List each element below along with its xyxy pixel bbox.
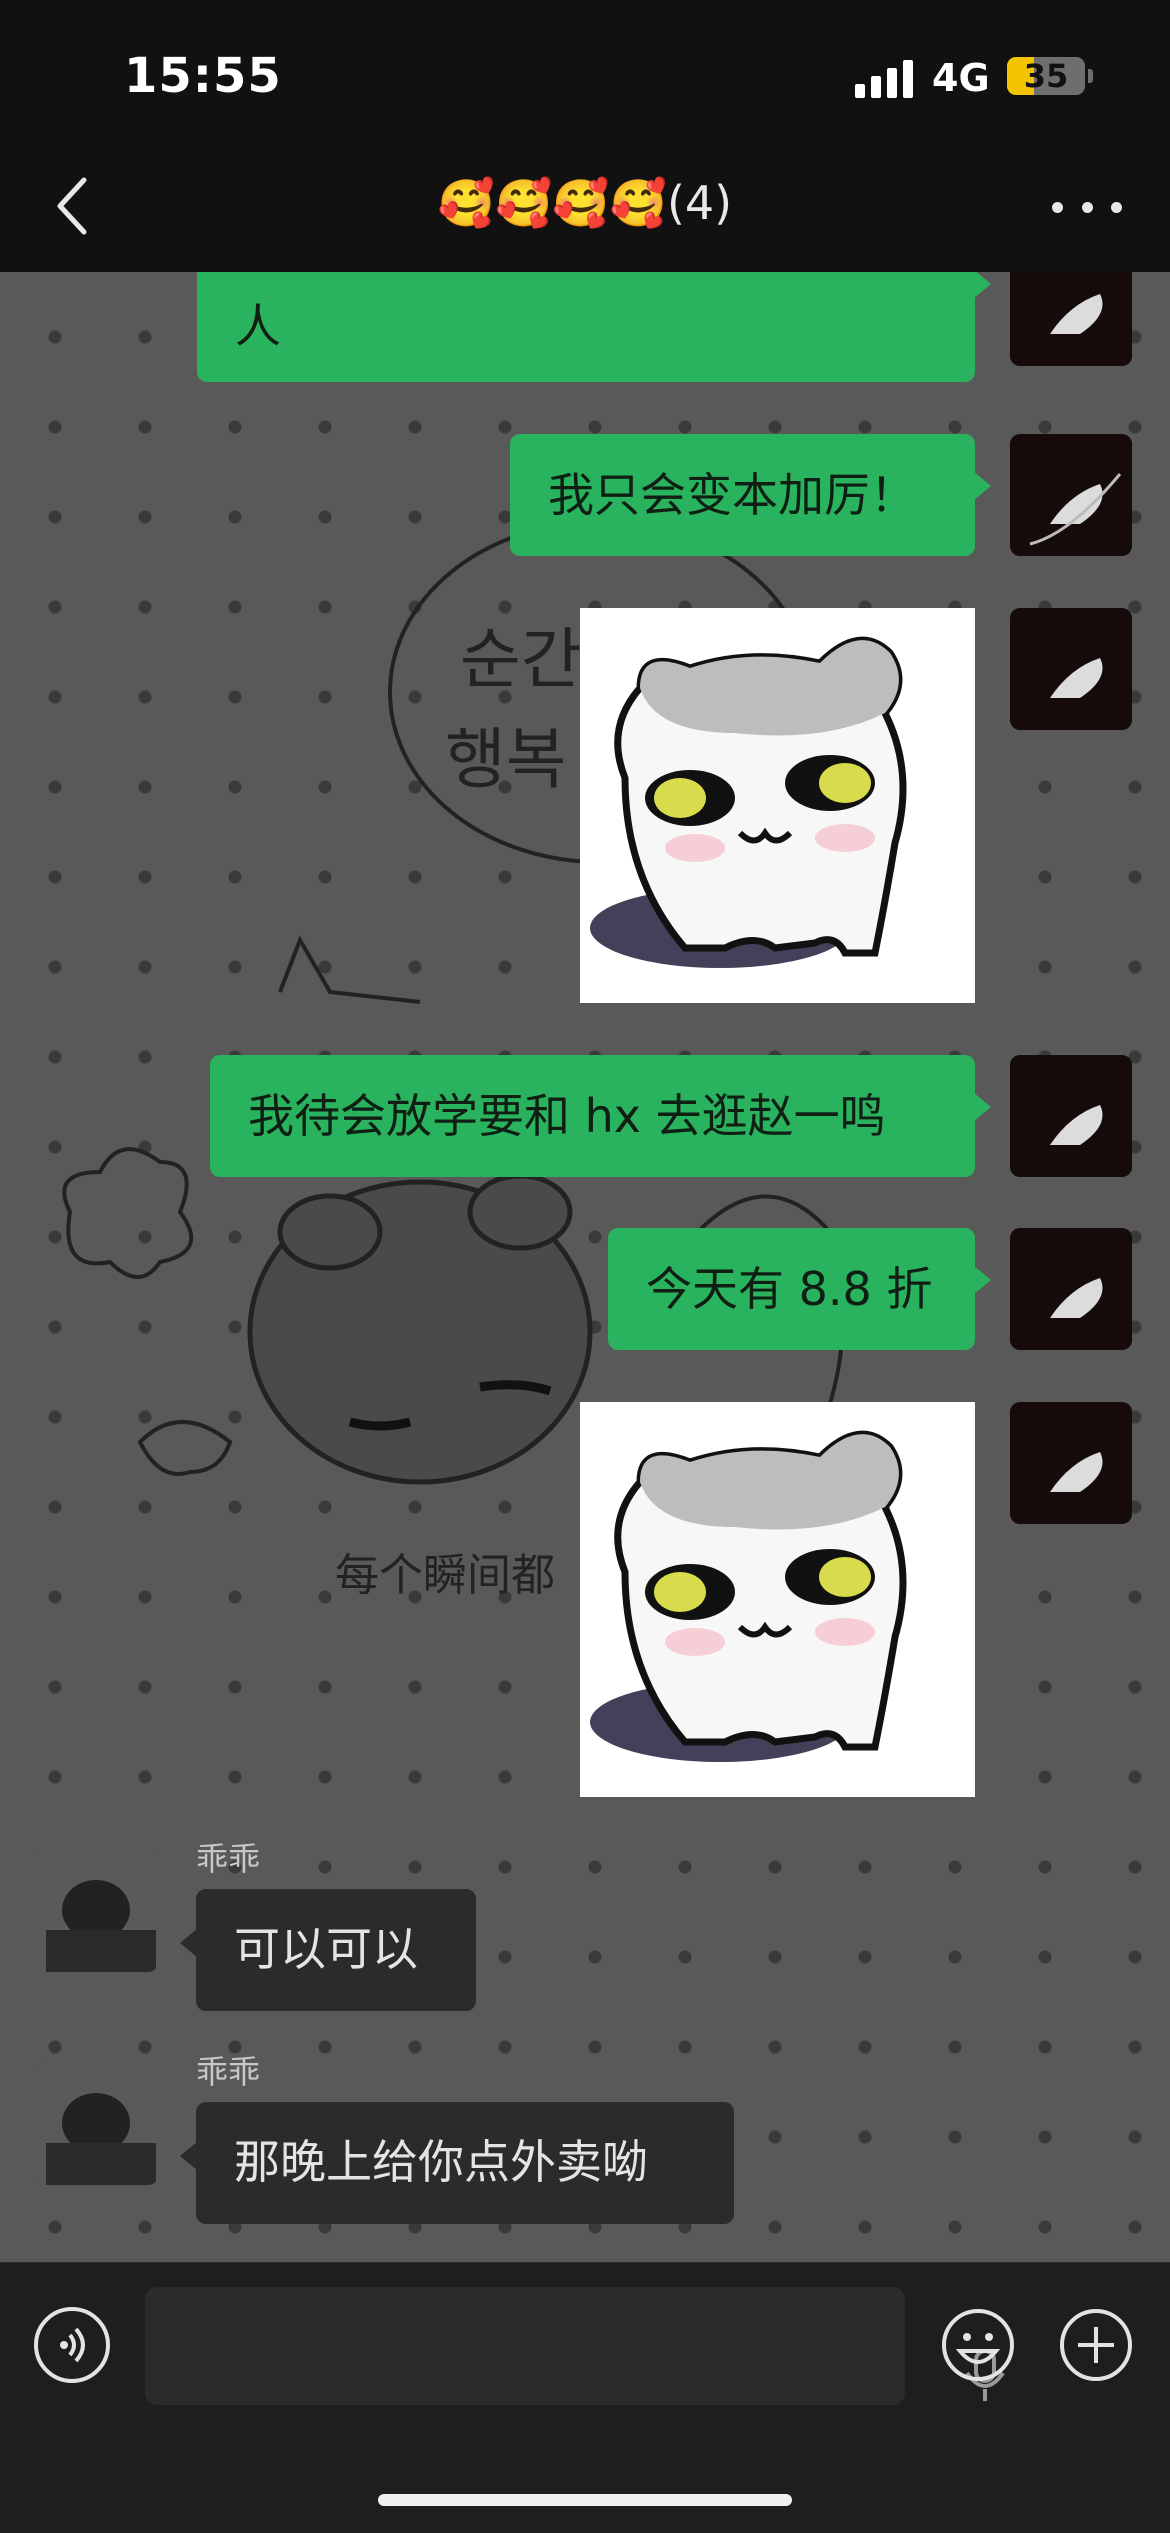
wallpaper-caption: 每个瞬间都 xyxy=(335,1550,555,1601)
status-time: 15:55 xyxy=(124,48,282,104)
message-input[interactable] xyxy=(145,2287,1005,2405)
message-bubble-me[interactable]: 我待会放学要和 hx 去逛赵一鸣 xyxy=(210,1055,991,1177)
avatar-me[interactable] xyxy=(1010,272,1132,366)
voice-icon[interactable] xyxy=(34,2307,110,2383)
plus-circle-icon[interactable] xyxy=(1058,2307,1134,2383)
message-bubble-contact[interactable]: 那晚上给你点外卖呦 xyxy=(180,2102,734,2224)
message-bubble-me[interactable]: 我只会变本加厉！ xyxy=(510,434,991,556)
grumpy-cat-sticker[interactable] xyxy=(580,608,975,1003)
battery-icon: 35 xyxy=(1007,57,1085,95)
sender-name: 乖乖 xyxy=(196,1840,261,1878)
avatar-me[interactable] xyxy=(1010,1402,1132,1524)
message-bubble-me[interactable]: 人 xyxy=(197,272,991,382)
message-text: 那晚上给你点外卖呦 xyxy=(234,2135,648,2189)
message-bubble-contact[interactable]: 可以可以 xyxy=(180,1889,476,2011)
grumpy-cat-sticker[interactable] xyxy=(580,1402,975,1797)
avatar-me[interactable] xyxy=(1010,608,1132,730)
wallpaper-text-1: 순간 xyxy=(460,621,581,698)
ellipsis-icon[interactable] xyxy=(1052,192,1122,222)
message-text: 我只会变本加厉！ xyxy=(548,468,916,522)
chat-area[interactable]: 순간 행복 每个瞬间都 人 我只会变本加厉！ 我待会放学要和 hx 去逛赵一鸣 xyxy=(0,272,1170,2262)
battery-tip xyxy=(1088,69,1093,83)
avatar-contact[interactable] xyxy=(36,2063,158,2185)
home-indicator[interactable] xyxy=(378,2494,792,2506)
top-bar: 15:55 4G 35 🥰🥰🥰🥰(4) xyxy=(0,0,1170,272)
chat-title: 🥰🥰🥰🥰(4) xyxy=(437,176,733,230)
message-text: 可以可以 xyxy=(234,1922,418,1976)
avatar-contact[interactable] xyxy=(36,1850,158,1972)
message-text: 人 xyxy=(235,299,281,353)
avatar-me[interactable] xyxy=(1010,434,1132,556)
battery-level: 35 xyxy=(1023,57,1069,95)
avatar-me[interactable] xyxy=(1010,1228,1132,1350)
smiley-icon[interactable] xyxy=(940,2307,1016,2383)
message-text: 我待会放学要和 hx 去逛赵一鸣 xyxy=(248,1089,886,1143)
network-type: 4G xyxy=(932,56,990,100)
message-bubble-me[interactable]: 今天有 8.8 折 xyxy=(608,1228,991,1350)
signal-icon xyxy=(855,58,915,98)
avatar-me[interactable] xyxy=(1010,1055,1132,1177)
message-text: 今天有 8.8 折 xyxy=(646,1262,933,1316)
input-bar xyxy=(0,2262,1170,2533)
wallpaper-doodle: 순간 행복 每个瞬间都 xyxy=(62,520,845,1601)
sender-name: 乖乖 xyxy=(196,2053,261,2091)
wallpaper-text-2: 행복 xyxy=(445,721,566,798)
